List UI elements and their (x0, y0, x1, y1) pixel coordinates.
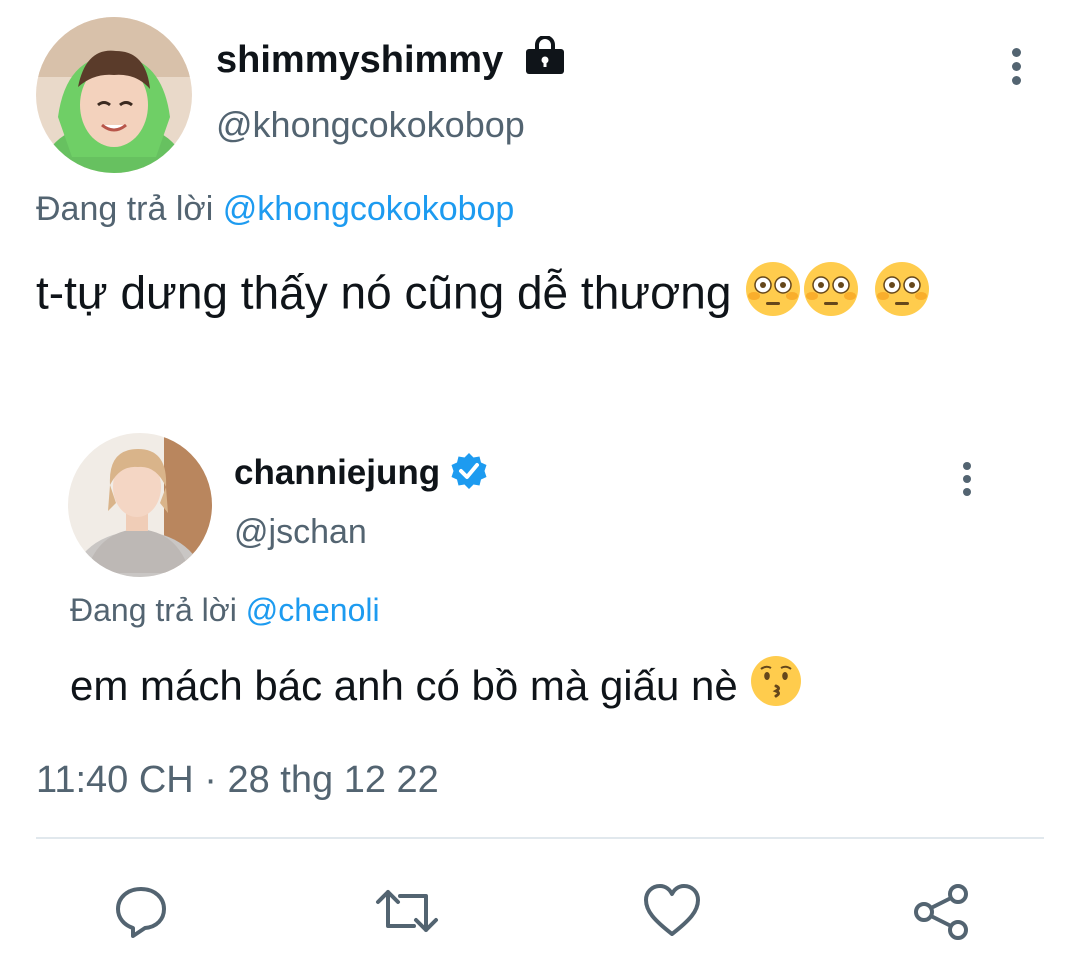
kissing-face-icon (749, 654, 803, 724)
replying-mention-link[interactable]: @khongcokokobop (223, 190, 515, 228)
flushed-face-icon (802, 260, 860, 333)
flushed-face-icon (873, 260, 931, 333)
quoted-tweet-text-body: em mách bác anh có bồ mà giấu nè (70, 662, 738, 710)
reply-icon[interactable] (112, 882, 170, 940)
quoted-tweet-text: em mách bác anh có bồ mà giấu nè (70, 654, 803, 724)
timestamp[interactable]: 11:40 CH · 28 thg 12 22 (36, 758, 439, 802)
quoted-display-name[interactable]: channiejung (234, 452, 440, 494)
quoted-replying-prefix: Đang trả lời (70, 592, 237, 628)
quoted-replying-to: Đang trả lời @chenoli (70, 590, 380, 630)
quoted-replying-mention-link[interactable]: @chenoli (246, 592, 380, 628)
verified-badge-icon (449, 451, 489, 491)
lock-icon (523, 35, 567, 76)
replying-to: Đang trả lời @khongcokokobop (36, 188, 514, 230)
tweet-text-body: t-tự dưng thấy nó cũng dễ thương (36, 266, 732, 319)
avatar-shimmyshimmy[interactable] (36, 17, 192, 173)
tweet-text: t-tự dưng thấy nó cũng dễ thương (36, 260, 1046, 333)
replying-prefix: Đang trả lời (36, 190, 214, 228)
flushed-face-icon (744, 260, 802, 333)
divider (36, 837, 1044, 839)
more-options-icon[interactable] (1006, 48, 1026, 88)
display-name[interactable]: shimmyshimmy (216, 38, 503, 82)
avatar-channiejung[interactable] (68, 433, 212, 577)
like-icon[interactable] (642, 882, 702, 938)
share-icon[interactable] (910, 882, 972, 942)
quoted-user-handle[interactable]: @jschan (234, 511, 367, 553)
user-handle[interactable]: @khongcokokobop (216, 104, 525, 146)
retweet-icon[interactable] (374, 882, 440, 940)
quoted-more-options-icon[interactable] (958, 462, 976, 498)
